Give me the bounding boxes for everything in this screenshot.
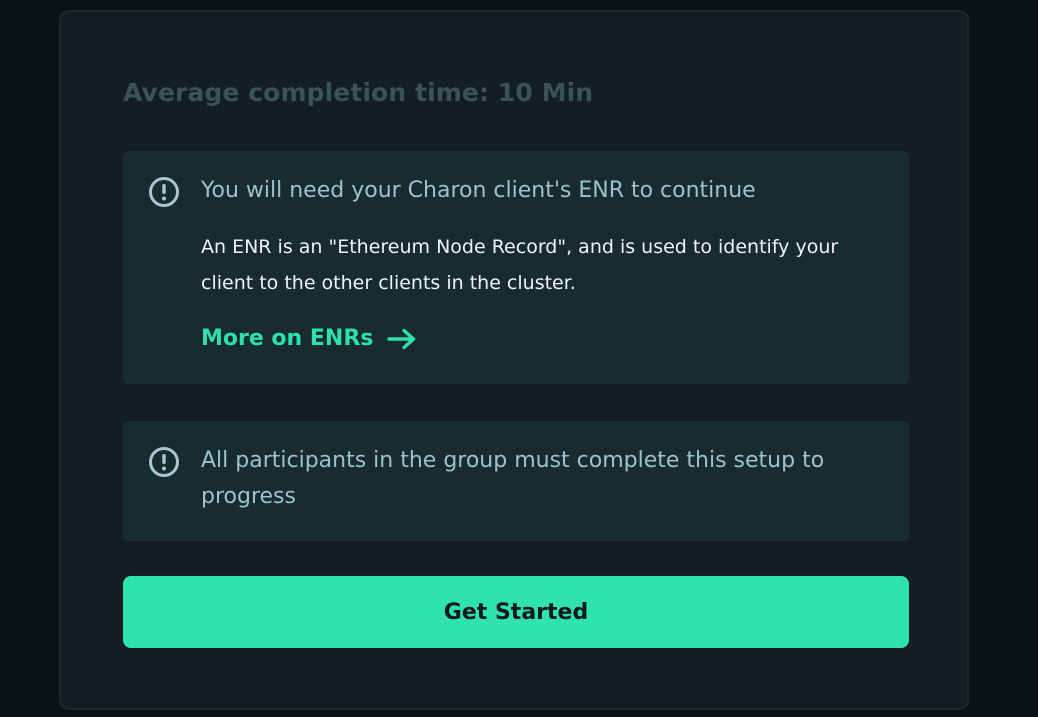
more-on-enrs-label: More on ENRs (201, 326, 374, 351)
average-completion-time: Average completion time: 10 Min (123, 78, 594, 107)
arrow-right-icon (387, 328, 416, 349)
alert-circle-icon (149, 177, 179, 207)
get-started-button[interactable]: Get Started (123, 576, 909, 648)
page: Average completion time: 10 Min You will… (0, 0, 1038, 717)
enr-requirement-notice: You will need your Charon client's ENR t… (123, 151, 909, 384)
setup-card: Average completion time: 10 Min You will… (59, 10, 969, 710)
participants-notice: All participants in the group must compl… (123, 421, 909, 541)
more-on-enrs-link[interactable]: More on ENRs (201, 326, 417, 351)
enr-notice-title: You will need your Charon client's ENR t… (201, 178, 756, 203)
participants-notice-title: All participants in the group must compl… (201, 448, 825, 509)
alert-circle-icon (149, 447, 179, 477)
enr-notice-description: An ENR is an "Ethereum Node Record", and… (201, 236, 839, 294)
